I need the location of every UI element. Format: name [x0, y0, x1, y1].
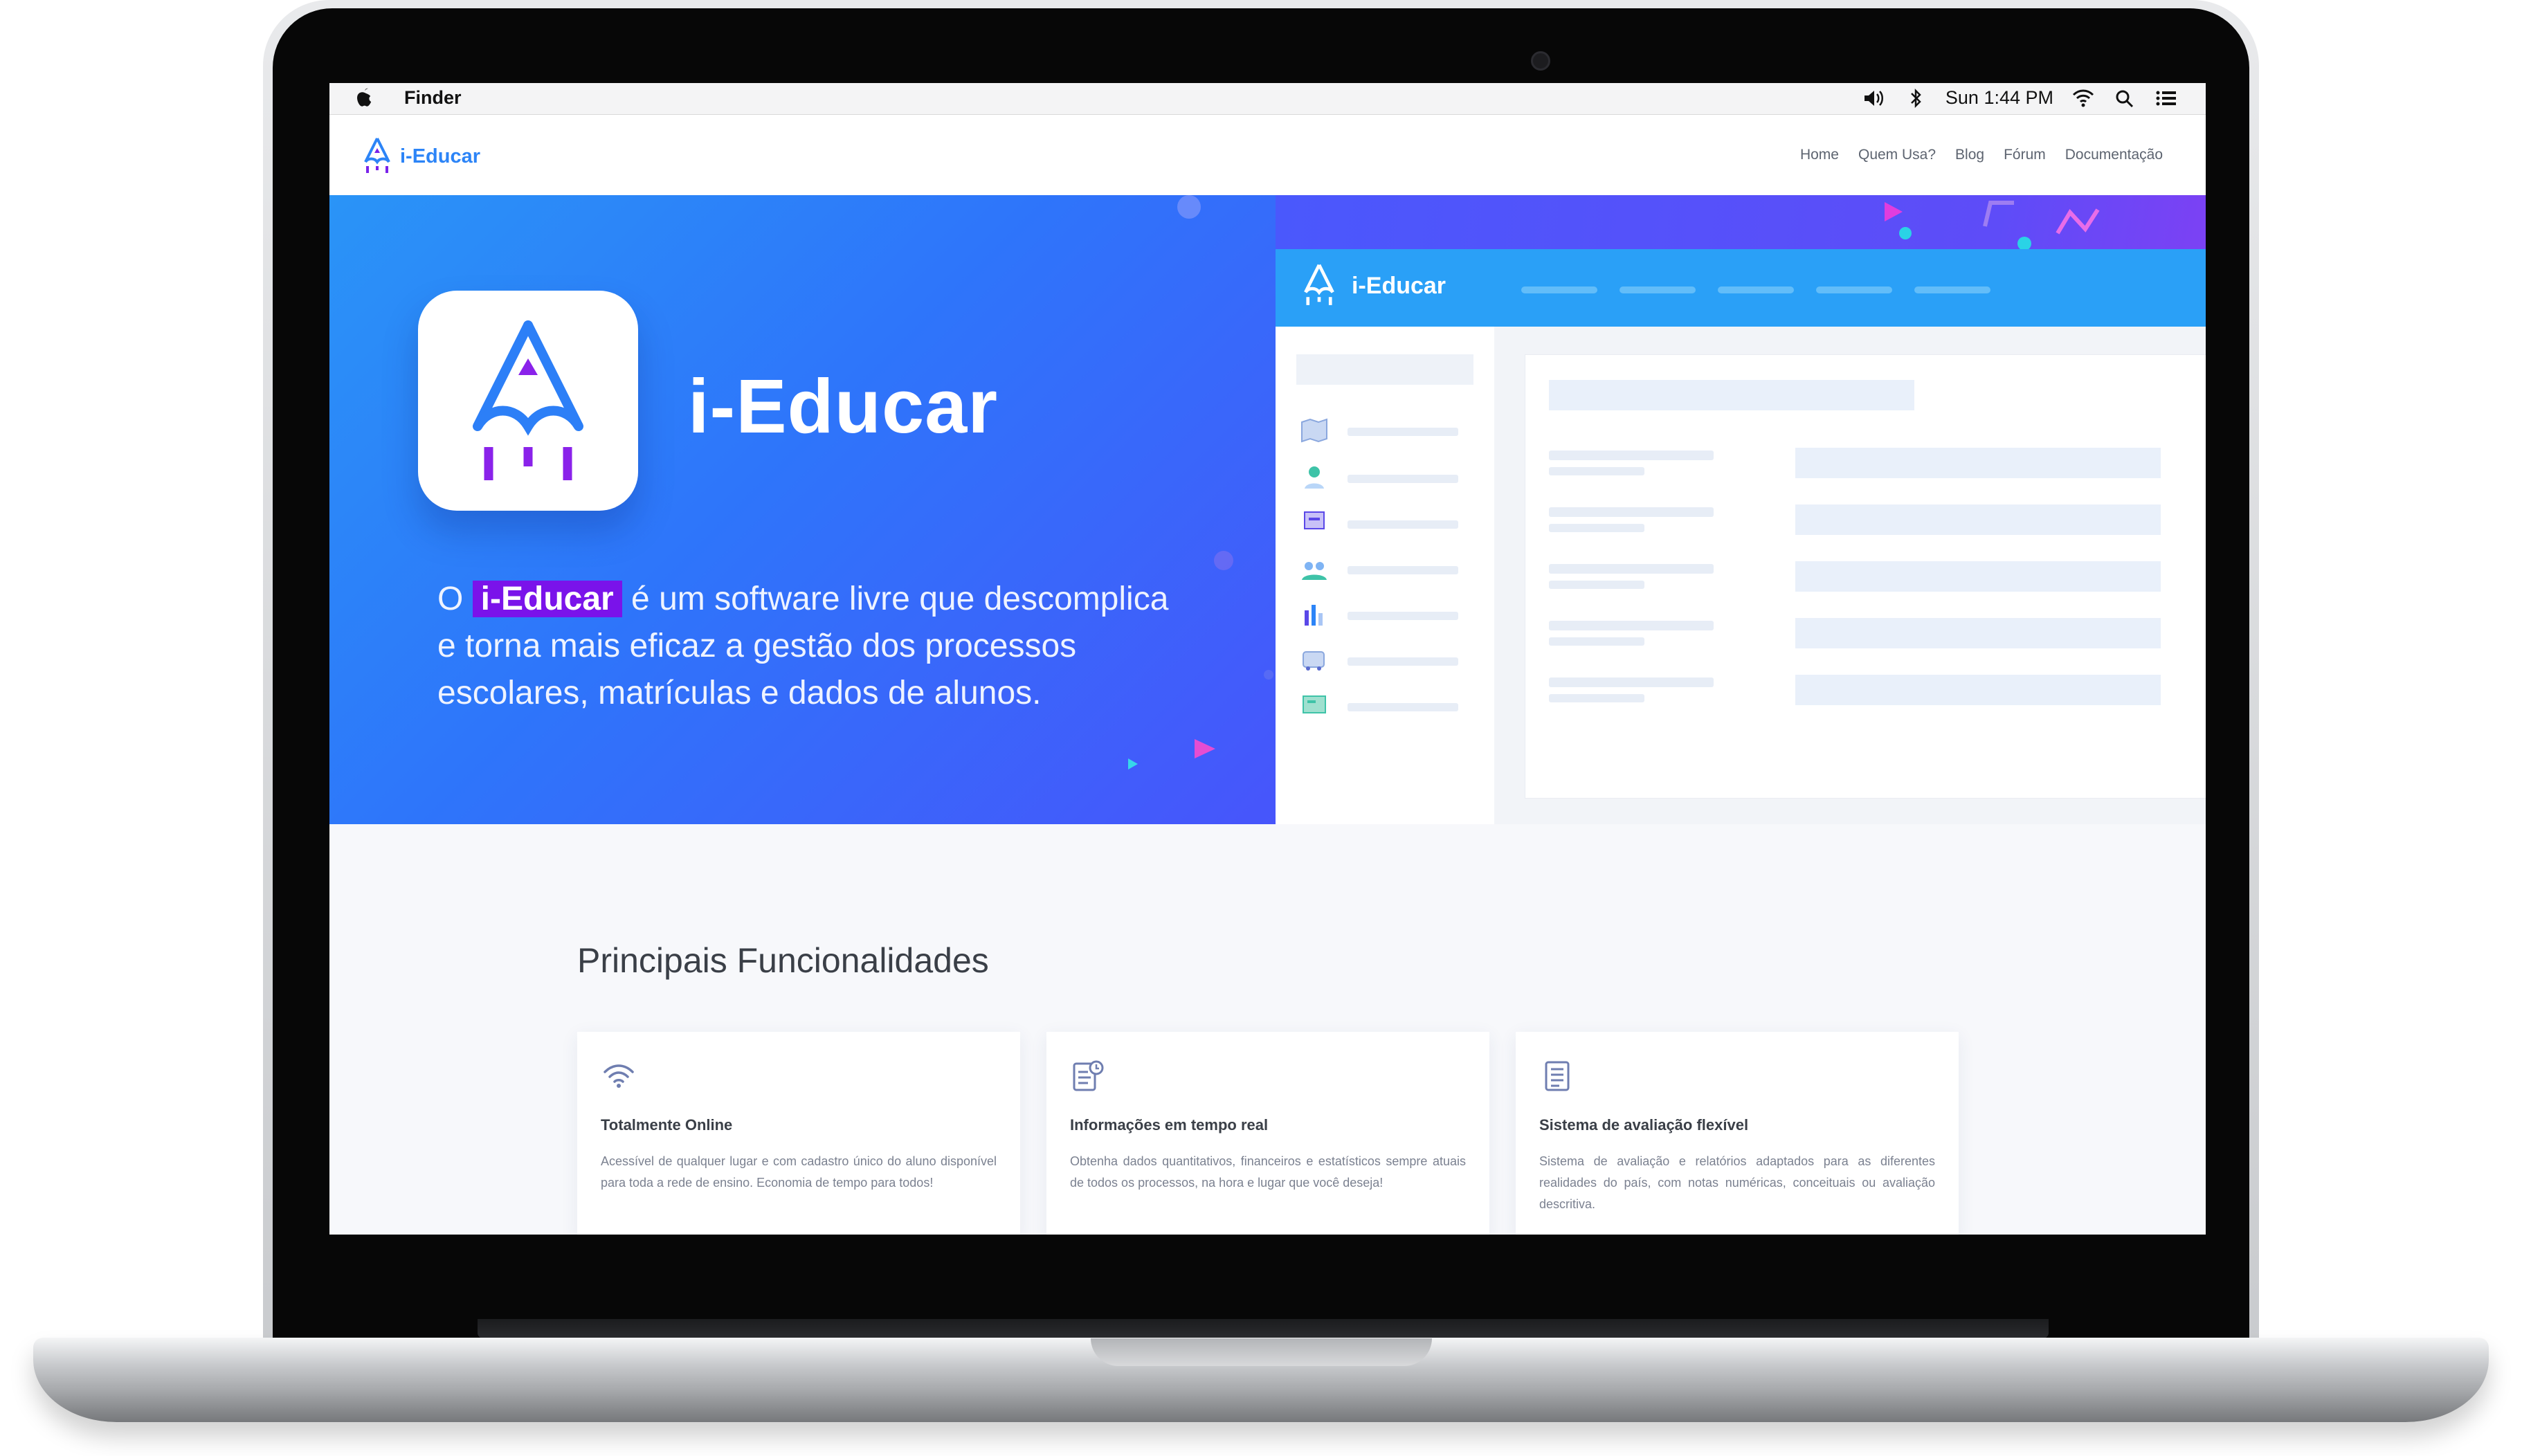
- student-icon: [1305, 466, 1324, 489]
- wifi-icon[interactable]: [2071, 88, 2095, 109]
- camera: [1531, 51, 1550, 71]
- app-preview-sublabel: [1549, 581, 1644, 589]
- nav-link-documentacao[interactable]: Documentação: [2065, 147, 2163, 163]
- app-preview-menu-bar: [1348, 475, 1458, 483]
- app-preview-menu-bar: [1348, 428, 1458, 436]
- feature-card-description: Obtenha dados quantitativos, financeiros…: [1070, 1154, 1466, 1190]
- site-header: i-Educar Home Quem Usa? Blog Fórum Docum…: [329, 115, 2206, 195]
- app-preview-menu-bar: [1348, 657, 1458, 666]
- feature-card-description: Acessível de qualquer lugar e com cadast…: [601, 1154, 997, 1190]
- nav-link-blog[interactable]: Blog: [1955, 147, 1984, 163]
- app-preview-field: [1795, 675, 2161, 705]
- app-preview-menu-bar: [1348, 703, 1458, 711]
- app-preview-field: [1795, 561, 2161, 592]
- hero-title: i-Educar: [688, 364, 999, 449]
- app-preview-label: [1549, 507, 1714, 517]
- bar-chart-icon: [1305, 605, 1323, 626]
- app-preview-header: i-Educar: [1276, 249, 2206, 327]
- app-preview-logo-text: i-Educar: [1352, 272, 1446, 299]
- document-icon: [1545, 1061, 1570, 1091]
- menu-bar: Finder Sun 1:44 PM: [329, 83, 2206, 115]
- chalkboard-icon: [1303, 695, 1326, 713]
- app-preview-field: [1795, 504, 2161, 535]
- decor-triangle: [1128, 758, 1138, 770]
- screen-icon: [1304, 511, 1325, 529]
- app-preview-sublabel: [1549, 694, 1644, 702]
- app-preview-label: [1549, 451, 1714, 460]
- decor-dot: [1264, 670, 1273, 680]
- site-nav: Home Quem Usa? Blog Fórum Documentação: [1800, 147, 2163, 163]
- decor-triangle: [1195, 739, 1215, 758]
- feature-card: Totalmente Online Acessível de qualquer …: [577, 1032, 1020, 1235]
- menu-clock[interactable]: Sun 1:44 PM: [1945, 87, 2053, 109]
- wifi-icon: [604, 1064, 634, 1088]
- i-educar-logo-icon: [1304, 264, 1334, 305]
- features-title: Principais Funcionalidades: [577, 941, 989, 980]
- features-section: Principais Funcionalidades Totalmente On…: [329, 824, 2206, 1235]
- app-preview-menu-bar: [1348, 520, 1458, 529]
- hero-description: O i-Educar é um software livre que desco…: [437, 576, 1171, 717]
- volume-icon[interactable]: [1862, 88, 1886, 109]
- nav-link-home[interactable]: Home: [1800, 147, 1839, 163]
- app-preview-window: i-Educar: [1276, 249, 2206, 824]
- active-app-name[interactable]: Finder: [404, 87, 462, 109]
- feature-card-title: Totalmente Online: [601, 1116, 733, 1134]
- nav-link-quem-usa[interactable]: Quem Usa?: [1858, 147, 1936, 163]
- app-preview-label: [1549, 564, 1714, 574]
- app-icon: [418, 291, 638, 511]
- app-preview-menu-bar: [1348, 566, 1458, 574]
- app-preview-tab: [1914, 286, 1990, 293]
- hero-highlight: i-Educar: [472, 581, 622, 617]
- app-preview-tab: [1816, 286, 1892, 293]
- app-preview-title-bar: [1549, 380, 1914, 410]
- app-preview-sublabel: [1549, 637, 1644, 646]
- app-preview-menu-bar: [1348, 612, 1458, 620]
- app-preview-sidebar-search: [1296, 354, 1473, 385]
- feature-card-title: Sistema de avaliação flexível: [1539, 1116, 1749, 1134]
- app-preview-sublabel: [1549, 524, 1644, 532]
- bluetooth-icon[interactable]: [1904, 88, 1927, 109]
- app-preview-tab: [1521, 286, 1597, 293]
- app-preview-sidebar: [1276, 327, 1494, 824]
- i-educar-logo-icon: [364, 138, 390, 173]
- screen: Finder Sun 1:44 PM i-Educar Home Quem Us…: [329, 83, 2206, 1235]
- app-preview-logo: i-Educar: [1299, 262, 1446, 310]
- hero-text-prefix: O: [437, 581, 473, 617]
- app-preview-tab: [1718, 286, 1794, 293]
- nav-link-forum[interactable]: Fórum: [2004, 147, 2046, 163]
- apple-icon[interactable]: [356, 87, 374, 108]
- notification-center-icon[interactable]: [2154, 88, 2178, 109]
- report-clock-icon: [1073, 1060, 1104, 1091]
- laptop-hinge: [478, 1319, 2049, 1338]
- app-preview-label: [1549, 677, 1714, 687]
- map-icon: [1301, 418, 1327, 443]
- app-preview-label: [1549, 621, 1714, 630]
- laptop-notch: [1091, 1338, 1432, 1366]
- site-logo[interactable]: i-Educar: [360, 136, 480, 177]
- decor-dot: [1177, 195, 1201, 219]
- hero-section: i-Educar O i-Educar é um software livre …: [329, 195, 1276, 824]
- feature-card: Sistema de avaliação flexível Sistema de…: [1516, 1032, 1959, 1235]
- app-preview-field: [1795, 448, 2161, 478]
- search-icon[interactable]: [2113, 88, 2137, 109]
- decor-dot: [1214, 551, 1233, 570]
- feature-card: Informações em tempo real Obtenha dados …: [1046, 1032, 1489, 1235]
- i-educar-app-icon: [473, 320, 583, 480]
- feature-card-title: Informações em tempo real: [1070, 1116, 1269, 1134]
- feature-card-description: Sistema de avaliação e relatórios adapta…: [1539, 1154, 1935, 1211]
- app-preview-tab: [1620, 286, 1696, 293]
- people-icon: [1302, 562, 1327, 580]
- bus-icon: [1303, 651, 1325, 671]
- app-preview-sublabel: [1549, 467, 1644, 475]
- app-preview-content: [1525, 354, 2206, 799]
- app-preview-field: [1795, 618, 2161, 648]
- site-logo-text: i-Educar: [400, 145, 481, 167]
